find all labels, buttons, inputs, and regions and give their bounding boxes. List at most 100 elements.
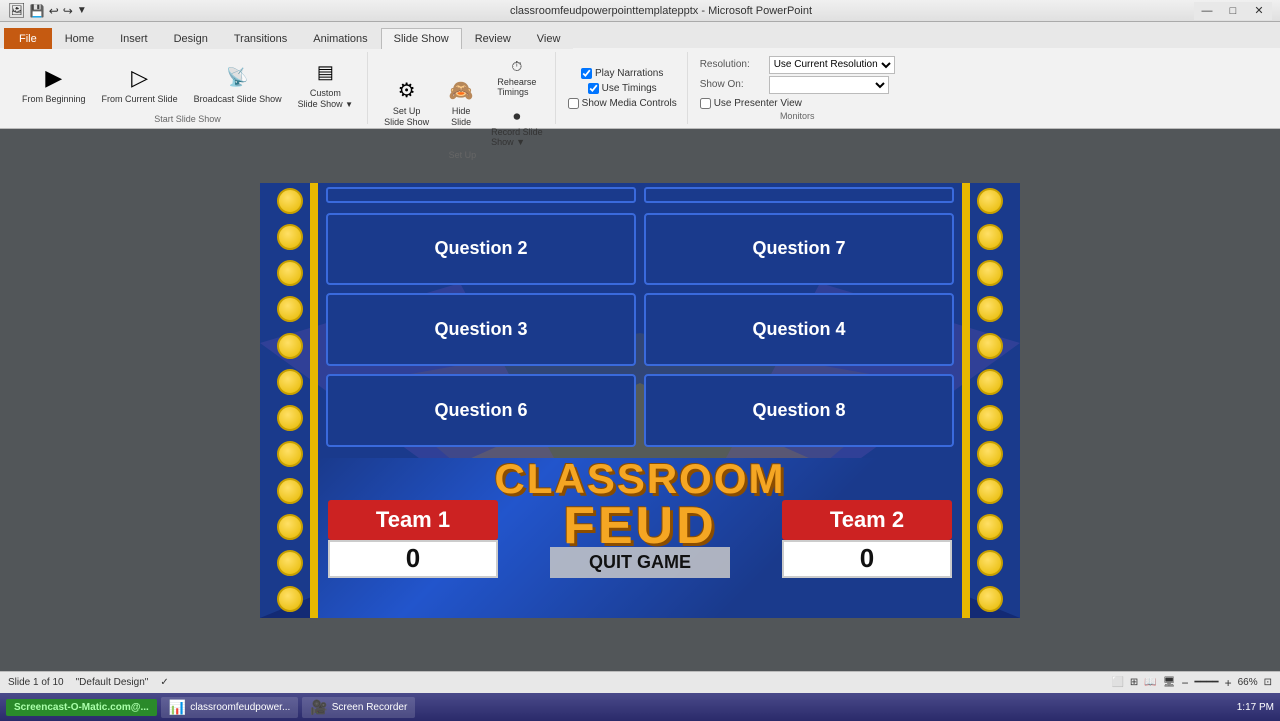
main-area: Question 2 Question 7 Question 3 Questio… — [0, 129, 1280, 671]
circle-dot — [277, 369, 303, 395]
tab-slideshow[interactable]: Slide Show — [381, 28, 462, 49]
broadcast-button[interactable]: 📡 Broadcast Slide Show — [188, 58, 288, 109]
zoom-slider[interactable]: ━━━━ — [1194, 677, 1218, 688]
toolbar: ▶ From Beginning ▷ From Current Slide 📡 … — [0, 48, 1280, 128]
team1-button[interactable]: Team 1 — [328, 500, 498, 540]
qat-save[interactable]: 💾 — [30, 4, 45, 18]
circle-dot — [977, 478, 1003, 504]
tab-insert[interactable]: Insert — [107, 28, 161, 49]
left-border — [310, 183, 318, 618]
group-start-slideshow: ▶ From Beginning ▷ From Current Slide 📡 … — [8, 52, 368, 124]
play-narrations-row: Play Narrations — [581, 68, 663, 79]
status-bar: Slide 1 of 10 "Default Design" ✓ ⬜ ⊞ 📖 🖥… — [0, 671, 1280, 693]
from-beginning-button[interactable]: ▶ From Beginning — [16, 58, 92, 109]
question-8-button[interactable]: Question 8 — [644, 374, 954, 447]
show-media-checkbox[interactable] — [568, 98, 579, 109]
setup-icon: ⚙ — [391, 74, 423, 106]
view-normal-icon[interactable]: ⬜ — [1111, 677, 1123, 688]
resolution-select[interactable]: Use Current Resolution — [769, 56, 895, 74]
system-time: 1:17 PM — [1237, 702, 1274, 713]
use-timings-checkbox[interactable] — [588, 83, 599, 94]
tab-file[interactable]: File — [4, 28, 52, 49]
circle-dot — [277, 333, 303, 359]
circle-dot — [277, 260, 303, 286]
taskbar: Screencast-O-Matic.com@... 📊 classroomfe… — [0, 693, 1280, 721]
qat-dropdown[interactable]: ▼ — [77, 5, 87, 16]
slide-panel: Question 2 Question 7 Question 3 Questio… — [0, 129, 1280, 671]
qat-redo[interactable]: ↪ — [63, 4, 73, 18]
play-from-current-icon: ▷ — [124, 62, 156, 94]
monitors-label: Monitors — [780, 111, 815, 121]
circle-dot — [277, 514, 303, 540]
circle-dot — [977, 224, 1003, 250]
question-7-button[interactable]: Question 4 — [644, 293, 954, 366]
question-6-button[interactable]: Question 7 — [644, 213, 954, 286]
use-timings-label: Use Timings — [602, 83, 657, 94]
team2-button[interactable]: Team 2 — [782, 500, 952, 540]
screencast-brand[interactable]: Screencast-O-Matic.com@... — [6, 699, 157, 716]
recorder-icon: 🎥 — [310, 699, 327, 716]
use-timings-row: Use Timings — [588, 83, 657, 94]
minimize-button[interactable]: — — [1194, 2, 1220, 20]
hide-slide-button[interactable]: 🙈 HideSlide — [439, 70, 483, 132]
ribbon-tabs: File Home Insert Design Transitions Anim… — [0, 22, 1280, 48]
rehearse-icon: ⏱ — [506, 55, 528, 77]
show-media-label: Show Media Controls — [582, 98, 677, 109]
tab-home[interactable]: Home — [52, 28, 107, 49]
presenter-view-label: Use Presenter View — [714, 98, 802, 109]
question-3-button[interactable]: Question 3 — [326, 293, 636, 366]
tab-transitions[interactable]: Transitions — [221, 28, 300, 49]
game-title: CLASSROOM FEUD — [495, 458, 786, 552]
title-bar: 🖼 💾 ↩ ↪ ▼ classroomfeudpowerpointtemplat… — [0, 0, 1280, 22]
circle-dot — [977, 586, 1003, 612]
play-from-start-icon: ▶ — [38, 62, 70, 94]
circle-dot — [977, 296, 1003, 322]
taskbar-recorder[interactable]: 🎥 Screen Recorder — [302, 697, 415, 718]
resolution-label: Resolution: — [700, 59, 765, 70]
maximize-button[interactable]: □ — [1220, 2, 1246, 20]
show-on-select[interactable] — [769, 76, 889, 94]
team2-section: Team 2 0 — [782, 500, 952, 578]
window-title: classroomfeudpowerpointtemplatepptx - Mi… — [128, 5, 1194, 17]
partial-question-5 — [644, 187, 954, 203]
circle-dot — [977, 514, 1003, 540]
tab-review[interactable]: Review — [462, 28, 524, 49]
slide-info: Slide 1 of 10 — [8, 677, 64, 688]
taskbar-powerpoint[interactable]: 📊 classroomfeudpower... — [161, 697, 299, 718]
zoom-in-button[interactable]: + — [1225, 676, 1232, 690]
zoom-level: 66% — [1238, 677, 1258, 688]
recorder-label: Screen Recorder — [332, 702, 408, 713]
zoom-out-button[interactable]: − — [1181, 676, 1188, 690]
from-current-button[interactable]: ▷ From Current Slide — [96, 58, 184, 109]
close-button[interactable]: ✕ — [1246, 2, 1272, 20]
tab-design[interactable]: Design — [161, 28, 221, 49]
question-2-button[interactable]: Question 2 — [326, 213, 636, 286]
view-presenter-icon[interactable]: 🖥 — [1163, 677, 1176, 688]
circle-dot — [277, 405, 303, 431]
circle-dot — [277, 586, 303, 612]
setup-slideshow-button[interactable]: ⚙ Set UpSlide Show — [378, 70, 435, 132]
view-slide-sorter-icon[interactable]: ⊞ — [1130, 677, 1138, 688]
tab-view[interactable]: View — [524, 28, 574, 49]
partial-question-1 — [326, 187, 636, 203]
view-reading-icon[interactable]: 📖 — [1144, 677, 1156, 688]
rehearse-button[interactable]: ⏱ RehearseTimings — [487, 52, 547, 100]
bottom-section: CLASSROOM FEUD Team 1 0 QUIT GAME — [318, 458, 962, 618]
team1-section: Team 1 0 — [328, 500, 498, 578]
play-narrations-checkbox[interactable] — [581, 68, 592, 79]
circle-dot — [977, 188, 1003, 214]
show-media-row: Show Media Controls — [568, 98, 677, 109]
question-4-button[interactable]: Question 6 — [326, 374, 636, 447]
circle-dot — [277, 478, 303, 504]
question-grid: Question 2 Question 7 Question 3 Questio… — [318, 205, 962, 455]
custom-slideshow-icon: ▤ — [309, 56, 341, 88]
powerpoint-label: classroomfeudpower... — [190, 702, 290, 713]
powerpoint-icon: 📊 — [169, 699, 186, 716]
fit-slide-button[interactable]: ⊡ — [1264, 677, 1272, 688]
qat-undo[interactable]: ↩ — [49, 4, 59, 18]
custom-slideshow-button[interactable]: ▤ CustomSlide Show ▼ — [292, 52, 359, 114]
tab-animations[interactable]: Animations — [300, 28, 380, 49]
play-narrations-label: Play Narrations — [595, 68, 663, 79]
circle-dot — [277, 224, 303, 250]
presenter-view-checkbox[interactable] — [700, 98, 711, 109]
